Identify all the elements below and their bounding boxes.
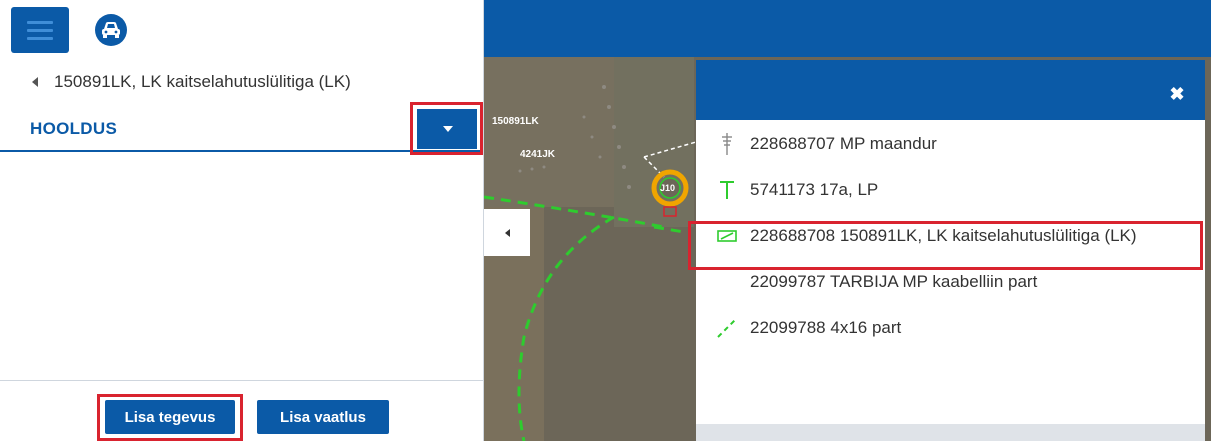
list-item-label: 5741173 17a, LP [750, 180, 879, 199]
list-item-label: 22099787 TARBIJA MP kaabelliin part [750, 272, 1038, 291]
menu-bar-icon [27, 20, 53, 24]
feature-list: 228688707 MP maandur 5741173 17a, LP 228… [696, 120, 1205, 424]
map-label: 150891LK [492, 116, 539, 127]
list-item[interactable]: 22099788 4x16 part [696, 306, 1205, 350]
cable-line-icon [716, 316, 738, 340]
list-item-label: 22099788 4x16 part [750, 318, 902, 337]
highlight-box [688, 221, 1203, 270]
back-navigation[interactable]: 150891LK, LK kaitselahutuslülitiga (LK) [32, 69, 351, 95]
object-title: 150891LK, LK kaitselahutuslülitiga (LK) [54, 72, 351, 91]
list-item[interactable]: 228688707 MP maandur [696, 122, 1205, 166]
grounding-icon [716, 132, 738, 156]
collapse-panel-button[interactable] [484, 209, 530, 256]
pole-icon [716, 178, 738, 202]
car-icon[interactable] [95, 14, 127, 46]
map-top-bar [484, 0, 1211, 57]
footer-divider [0, 380, 483, 381]
hamburger-menu-button[interactable] [11, 7, 69, 53]
highlight-box [97, 394, 243, 441]
left-panel: 150891LK, LK kaitselahutuslülitiga (LK) … [0, 0, 484, 441]
map-label: 4241JK [520, 149, 556, 160]
menu-bar-icon [27, 36, 53, 40]
menu-bar-icon [27, 28, 53, 32]
list-item-label: 228688707 MP maandur [750, 134, 937, 153]
add-observation-button[interactable]: Lisa vaatlus [257, 400, 389, 434]
section-title: HOOLDUS [30, 119, 118, 138]
list-item[interactable]: 5741173 17a, LP [696, 168, 1205, 212]
close-icon[interactable]: ✖ [1169, 85, 1185, 103]
highlight-box [410, 102, 483, 155]
popup-header: ✖ [696, 60, 1205, 120]
car-glyph-icon [102, 22, 120, 38]
map-label: J10 [660, 183, 676, 193]
chevron-left-icon [32, 77, 38, 87]
